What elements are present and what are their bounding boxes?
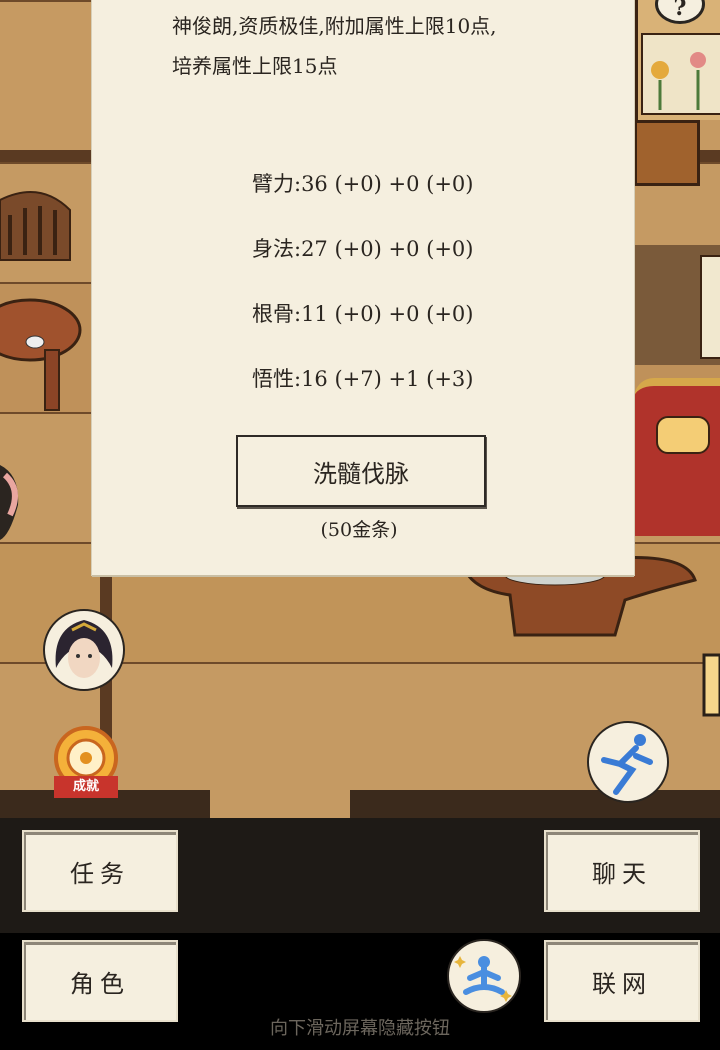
character-partial [0, 465, 19, 540]
stat-agility: 身法:27 (+0) +0 (+0) [252, 237, 474, 261]
wall-scroll [634, 245, 720, 365]
swipe-hint: 向下滑动屏幕隐藏按钮 [270, 1018, 450, 1039]
meditate-icon[interactable] [446, 938, 522, 1014]
description-line-2: 培养属性上限15点 [172, 54, 338, 78]
chat-button[interactable]: 聊天 [544, 830, 700, 912]
stat-constitution: 根骨:11 (+0) +0 (+0) [252, 302, 474, 326]
role-button[interactable]: 角色 [22, 940, 178, 1022]
network-button[interactable]: 联网 [544, 940, 700, 1022]
wash-marrow-button[interactable]: 洗髓伐脉 [236, 435, 486, 507]
red-couch [634, 378, 720, 536]
lantern [702, 653, 720, 717]
description-line-1: 神俊朗,资质极佳,附加属性上限10点, [172, 14, 497, 38]
cost-label: (50金条) [320, 519, 398, 541]
stat-strength: 臂力:36 (+0) +0 (+0) [252, 172, 474, 196]
stat-comprehension: 悟性:16 (+7) +1 (+3) [252, 367, 474, 391]
run-icon[interactable] [580, 720, 678, 804]
achievement-icon[interactable]: 成就 [40, 720, 132, 804]
achievement-label: 成就 [54, 776, 118, 798]
wooden-chest [634, 120, 700, 186]
character-portrait-icon[interactable] [42, 608, 126, 692]
task-button[interactable]: 任务 [22, 830, 178, 912]
chair-and-table [0, 191, 82, 411]
attribute-panel: ? 神俊朗,资质极佳,附加属性上限10点, 培养属性上限15点 臂力:36 (+… [92, 0, 705, 575]
